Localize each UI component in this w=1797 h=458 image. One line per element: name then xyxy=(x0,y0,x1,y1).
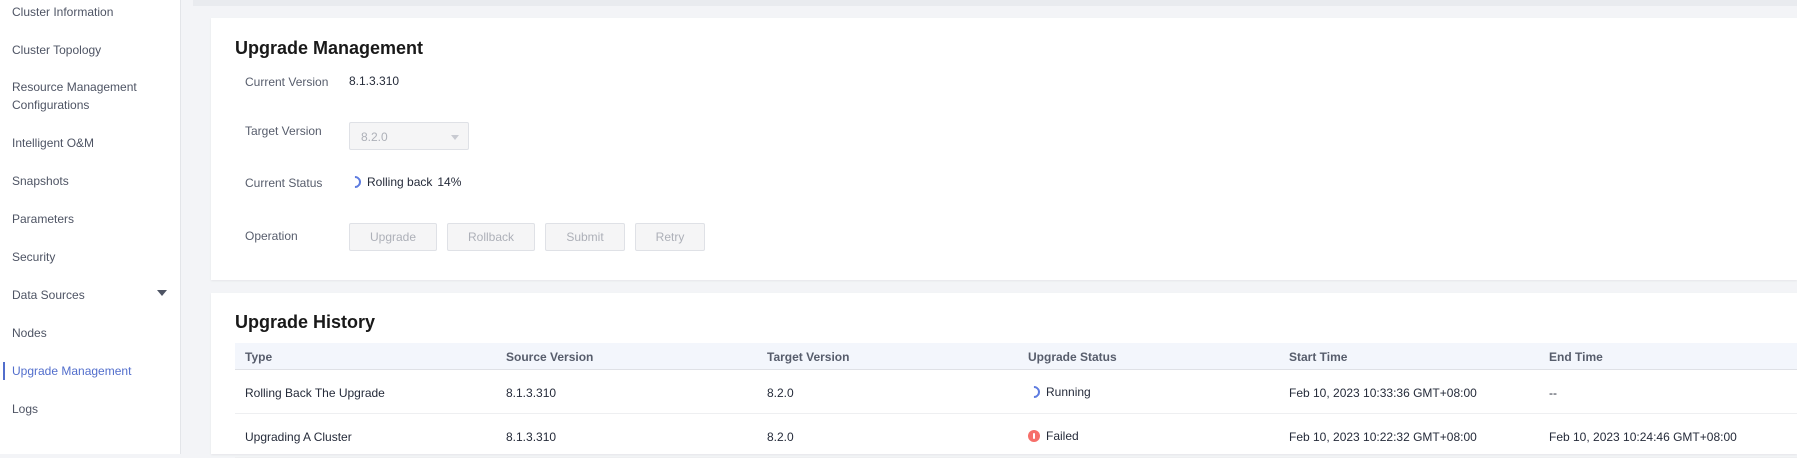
sidebar-item-cluster-topology[interactable]: Cluster Topology xyxy=(12,41,101,59)
current-version-value: 8.1.3.310 xyxy=(349,74,400,88)
cell-end-time: -- xyxy=(1549,386,1557,400)
sidebar: Cluster Information Cluster Topology Res… xyxy=(0,0,181,454)
status-running-text: Running xyxy=(1046,385,1091,399)
page-title: Upgrade Management xyxy=(235,38,424,58)
sidebar-item-cluster-information[interactable]: Cluster Information xyxy=(12,3,113,21)
failed-icon xyxy=(1028,430,1040,442)
sidebar-item-logs[interactable]: Logs xyxy=(12,400,38,418)
sidebar-item-snapshots[interactable]: Snapshots xyxy=(12,172,69,190)
active-indicator xyxy=(3,362,5,380)
cell-upgrade-status: Failed xyxy=(1028,429,1079,443)
rollback-button[interactable]: Rollback xyxy=(447,223,535,251)
upgrade-management-card: Upgrade Management Current Version 8.1.3… xyxy=(211,18,1797,280)
column-header-source-version: Source Version xyxy=(506,350,594,364)
table-header: Type Source Version Target Version Upgra… xyxy=(235,343,1797,370)
target-version-value: 8.2.0 xyxy=(361,130,388,144)
upgrade-history-card: Upgrade History Type Source Version Targ… xyxy=(211,293,1797,458)
sidebar-item-data-sources[interactable]: Data Sources xyxy=(12,286,85,304)
sidebar-item-intelligent-om[interactable]: Intelligent O&M xyxy=(12,134,94,152)
cell-upgrade-status: Running xyxy=(1025,383,1091,401)
target-version-label: Target Version xyxy=(245,124,322,138)
cell-type: Rolling Back The Upgrade xyxy=(245,386,385,400)
column-header-target-version: Target Version xyxy=(767,350,850,364)
sidebar-item-resource-management-configurations[interactable]: Resource Management Configurations xyxy=(12,78,162,114)
current-status: Rolling back 14% xyxy=(346,173,462,191)
table-row: Upgrading A Cluster 8.1.3.310 8.2.0 Fail… xyxy=(235,415,1797,458)
sidebar-item-upgrade-management[interactable]: Upgrade Management xyxy=(12,362,131,380)
sidebar-item-security[interactable]: Security xyxy=(12,248,55,266)
sidebar-item-nodes[interactable]: Nodes xyxy=(12,324,47,342)
cell-end-time: Feb 10, 2023 10:24:46 GMT+08:00 xyxy=(1549,430,1737,444)
cell-start-time: Feb 10, 2023 10:22:32 GMT+08:00 xyxy=(1289,430,1477,444)
loading-spinner-icon xyxy=(346,173,364,191)
main-content: Upgrade Management Current Version 8.1.3… xyxy=(181,0,1797,458)
column-header-end-time: End Time xyxy=(1549,350,1603,364)
cell-source-version: 8.1.3.310 xyxy=(506,430,557,444)
status-text: Rolling back xyxy=(367,175,433,189)
cell-target-version: 8.2.0 xyxy=(767,430,794,444)
column-header-start-time: Start Time xyxy=(1289,350,1348,364)
cell-start-time: Feb 10, 2023 10:33:36 GMT+08:00 xyxy=(1289,386,1477,400)
history-title: Upgrade History xyxy=(235,312,376,332)
status-progress: 14% xyxy=(437,175,462,189)
column-header-type: Type xyxy=(245,350,273,364)
chevron-down-icon xyxy=(451,135,459,140)
top-divider xyxy=(193,0,1797,6)
chevron-down-icon[interactable] xyxy=(157,290,167,296)
cell-type: Upgrading A Cluster xyxy=(245,430,352,444)
column-header-upgrade-status: Upgrade Status xyxy=(1028,350,1117,364)
table-row: Rolling Back The Upgrade 8.1.3.310 8.2.0… xyxy=(235,371,1797,414)
current-status-label: Current Status xyxy=(245,176,323,190)
submit-button[interactable]: Submit xyxy=(545,223,625,251)
retry-button[interactable]: Retry xyxy=(635,223,705,251)
running-icon xyxy=(1025,383,1043,401)
current-version-label: Current Version xyxy=(245,75,329,89)
cell-target-version: 8.2.0 xyxy=(767,386,794,400)
upgrade-button[interactable]: Upgrade xyxy=(349,223,437,251)
status-failed-text: Failed xyxy=(1046,429,1079,443)
target-version-select[interactable]: 8.2.0 xyxy=(349,122,469,150)
operation-label: Operation xyxy=(245,229,298,243)
cell-source-version: 8.1.3.310 xyxy=(506,386,557,400)
sidebar-item-parameters[interactable]: Parameters xyxy=(12,210,74,228)
